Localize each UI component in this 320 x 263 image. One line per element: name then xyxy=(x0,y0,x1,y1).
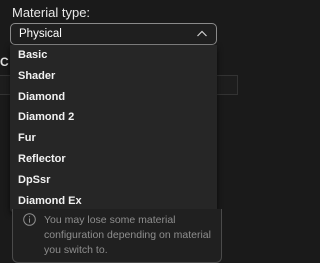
material-type-selected-value: Physical xyxy=(19,28,62,40)
option-diamond-2[interactable]: Diamond 2 xyxy=(10,107,217,128)
option-reflector[interactable]: Reflector xyxy=(10,149,217,170)
option-basic[interactable]: Basic xyxy=(10,45,217,66)
chevron-up-icon xyxy=(197,30,207,37)
underlying-section-label: C xyxy=(0,55,9,69)
material-type-label: Material type: xyxy=(12,5,91,20)
info-icon xyxy=(23,213,36,226)
option-dpssr[interactable]: DpSsr xyxy=(10,170,217,191)
material-type-select[interactable]: Physical xyxy=(10,23,217,45)
material-switch-notice: You may lose some material configuration… xyxy=(12,209,222,263)
material-type-dropdown: Basic Shader Diamond Diamond 2 Fur Refle… xyxy=(10,45,217,212)
option-shader[interactable]: Shader xyxy=(10,66,217,87)
option-fur[interactable]: Fur xyxy=(10,128,217,149)
notice-text: You may lose some material configuration… xyxy=(44,214,211,256)
option-diamond[interactable]: Diamond xyxy=(10,87,217,108)
